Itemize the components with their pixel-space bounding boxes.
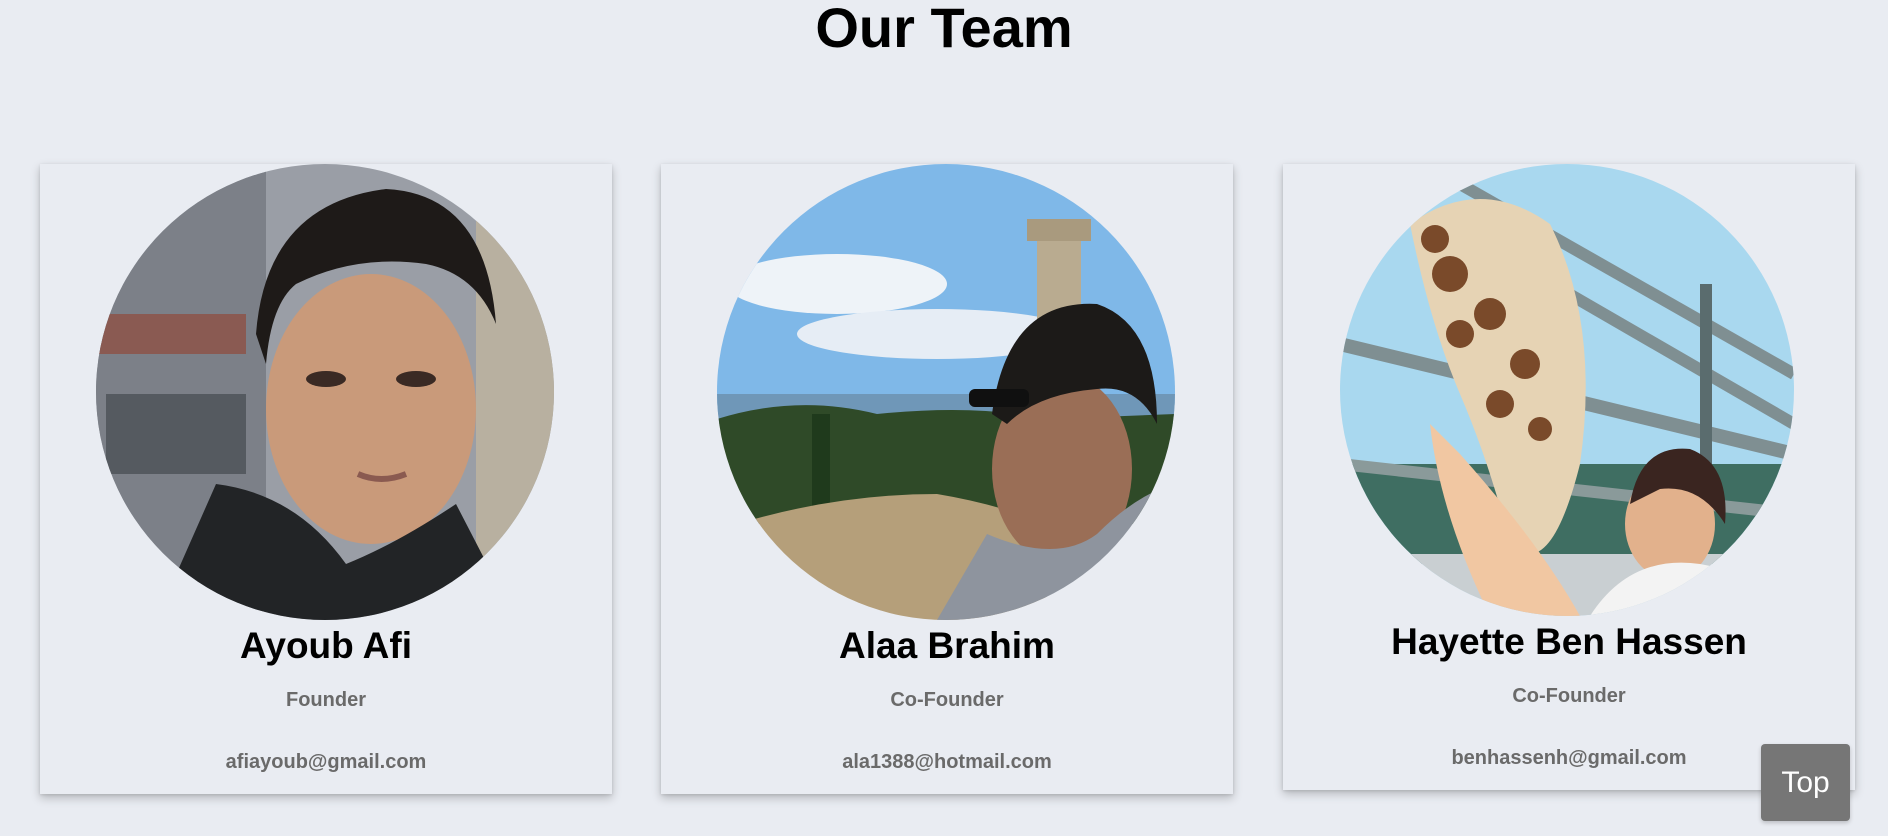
page-title: Our Team <box>815 0 1073 59</box>
member-role: Co-Founder <box>890 689 1004 711</box>
member-photo <box>717 164 1175 620</box>
member-name: Ayoub Afi <box>240 625 412 666</box>
member-name: Hayette Ben Hassen <box>1391 621 1747 662</box>
portrait-photo <box>96 164 554 620</box>
member-photo <box>96 164 554 620</box>
team-page: Our Team Ayoub Afi Founder afiayoub@gmai… <box>0 0 1888 836</box>
member-role: Co-Founder <box>1512 685 1626 707</box>
member-email: afiayoub@gmail.com <box>225 751 427 773</box>
team-card: Hayette Ben Hassen Co-Founder benhassenh… <box>1283 164 1855 790</box>
member-name: Alaa Brahim <box>839 625 1055 666</box>
team-card: Ayoub Afi Founder afiayoub@gmail.com <box>40 164 612 794</box>
giraffe-photo <box>1340 164 1794 616</box>
member-photo <box>1340 164 1794 616</box>
back-to-top-button[interactable]: Top <box>1761 744 1850 821</box>
ruins-sea-photo <box>717 164 1175 620</box>
member-email: ala1388@hotmail.com <box>842 751 1052 773</box>
member-role: Founder <box>286 689 366 711</box>
team-card: Alaa Brahim Co-Founder ala1388@hotmail.c… <box>661 164 1233 794</box>
